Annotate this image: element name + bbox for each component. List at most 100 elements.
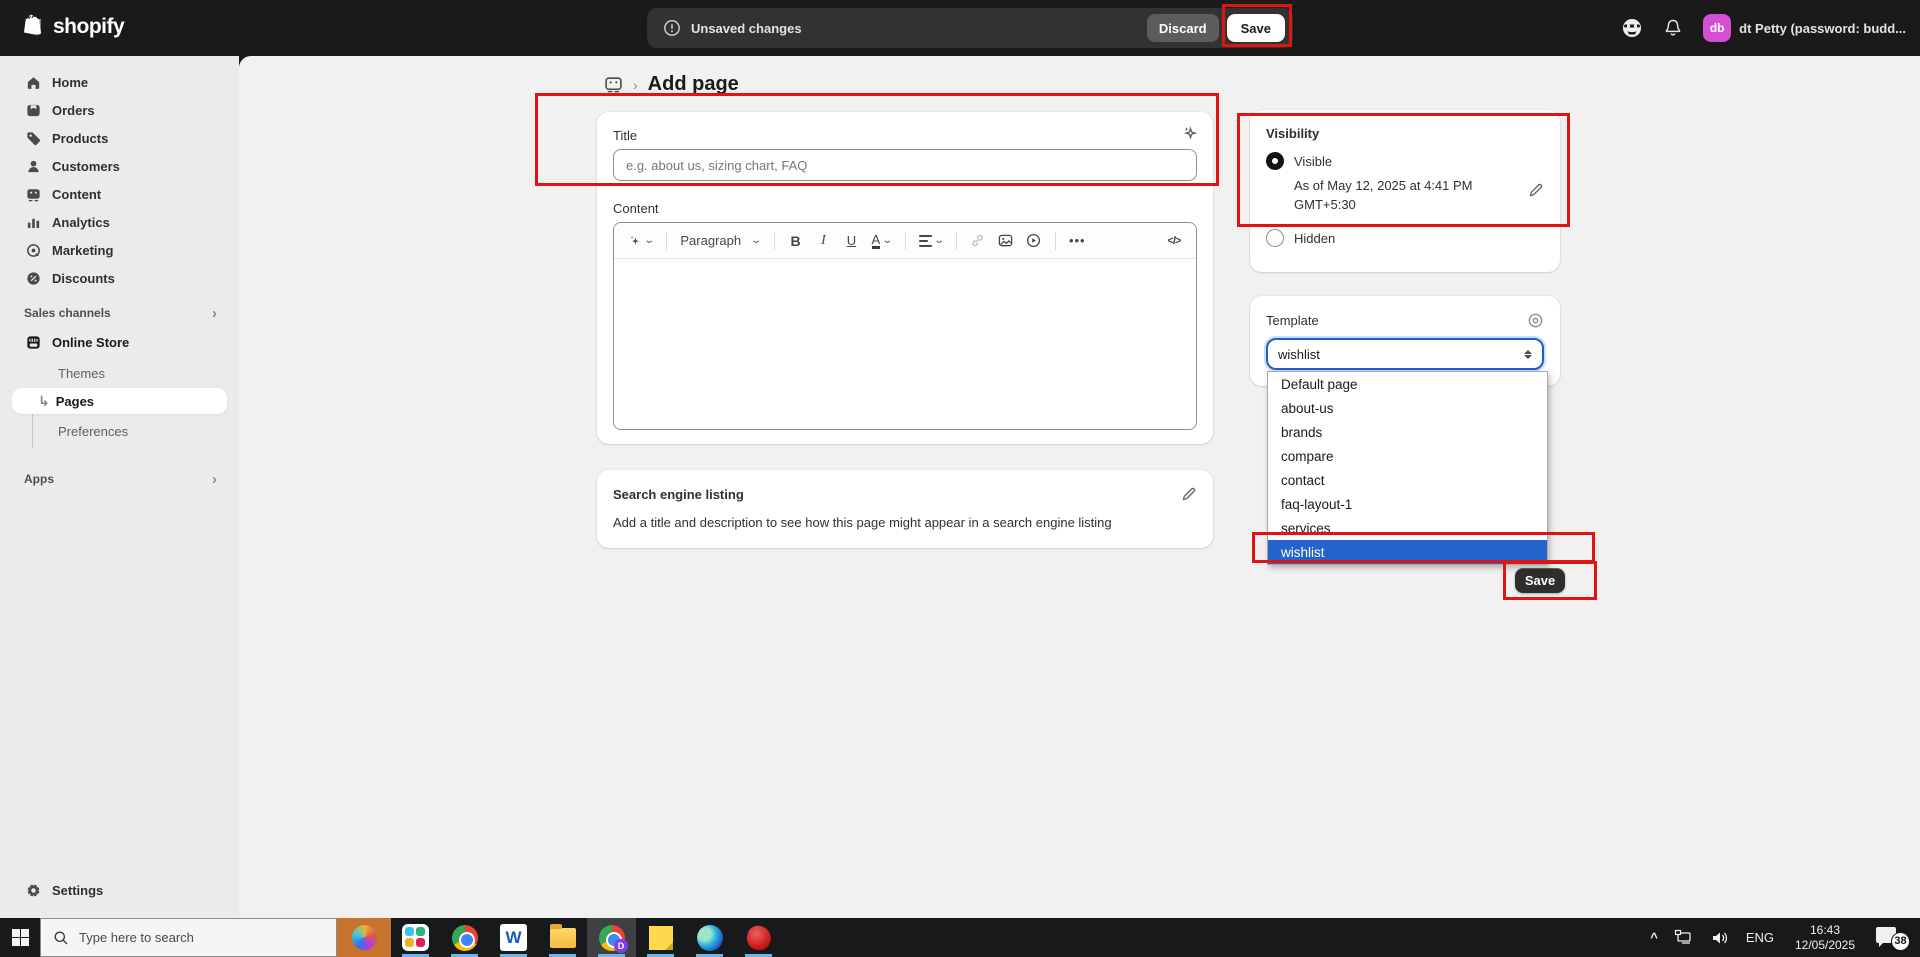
template-option-wishlist[interactable]: wishlist: [1268, 540, 1547, 564]
more-options-button[interactable]: •••: [1065, 228, 1090, 254]
ai-sparkle-icon[interactable]: [1181, 124, 1199, 142]
taskbar-copilot-icon[interactable]: [337, 918, 391, 957]
start-button[interactable]: [0, 918, 40, 957]
title-input[interactable]: [613, 149, 1197, 181]
insert-image-button[interactable]: [994, 228, 1018, 254]
template-option-brands[interactable]: brands: [1268, 420, 1547, 444]
topbar: shopify Unsaved changes Discard Save db …: [0, 0, 1920, 56]
save-button-bottom[interactable]: Save: [1515, 568, 1565, 593]
chrome-profile-badge: D: [614, 939, 628, 953]
apps-header[interactable]: Apps ›: [12, 468, 227, 490]
shopify-bag-icon: [22, 14, 46, 40]
tray-chevron-up-icon[interactable]: ^: [1650, 930, 1658, 945]
content-editor-body[interactable]: [614, 259, 1196, 429]
insert-video-button[interactable]: [1022, 228, 1046, 254]
chevron-down-icon: ⌄: [881, 235, 893, 246]
windows-logo-icon: [12, 929, 29, 946]
topbar-right: db dt Petty (password: budd...: [1621, 0, 1920, 56]
online-store-icon: [24, 333, 42, 351]
taskbar-word-icon[interactable]: W: [489, 918, 538, 957]
template-dropdown: Default page about-us brands compare con…: [1267, 371, 1548, 565]
sidebar-item-pages[interactable]: ↳ Pages: [12, 388, 227, 414]
settings-gear-icon: [24, 881, 42, 899]
show-html-button[interactable]: </>: [1162, 228, 1186, 254]
taskbar-chrome-profile-icon[interactable]: D: [587, 918, 636, 957]
title-content-card: Title Content ⌄ Paragraph ⌄ B I U A: [597, 112, 1213, 444]
seo-card: Search engine listing Add a title and de…: [597, 470, 1213, 548]
notification-center[interactable]: 38: [1876, 925, 1910, 951]
taskbar-edge-icon[interactable]: [685, 918, 734, 957]
sidebar-item-products[interactable]: Products: [12, 124, 227, 152]
template-option-compare[interactable]: compare: [1268, 444, 1547, 468]
network-icon[interactable]: [1674, 929, 1694, 947]
sidebar-item-themes[interactable]: Themes: [12, 360, 227, 386]
content-icon: [24, 185, 42, 203]
language-indicator[interactable]: ENG: [1746, 930, 1774, 945]
orders-icon: [24, 101, 42, 119]
save-button-top[interactable]: Save: [1227, 14, 1285, 42]
sidebar-item-marketing[interactable]: Marketing: [12, 236, 227, 264]
edit-pencil-icon[interactable]: [1181, 486, 1197, 502]
user-menu[interactable]: db dt Petty (password: budd...: [1703, 14, 1906, 42]
link-button: [966, 228, 990, 254]
sidebar-item-content[interactable]: Content: [12, 180, 227, 208]
editor-toolbar: ⌄ Paragraph ⌄ B I U A ⌄ ⌄: [614, 223, 1196, 259]
unsaved-changes-label: Unsaved changes: [691, 21, 802, 36]
content-label: Content: [613, 201, 1197, 216]
underline-button[interactable]: U: [840, 228, 864, 254]
taskbar-file-explorer-icon[interactable]: [538, 918, 587, 957]
template-option-services[interactable]: services: [1268, 516, 1547, 540]
taskbar-sticky-notes-icon[interactable]: [636, 918, 685, 957]
tree-arrow-icon: ↳: [38, 393, 50, 410]
taskbar-search-input[interactable]: [79, 930, 309, 945]
view-eye-icon[interactable]: [1527, 312, 1544, 329]
sidebar-item-home[interactable]: Home: [12, 68, 227, 96]
select-updown-icon: [1524, 350, 1532, 359]
template-selected-value: wishlist: [1278, 347, 1320, 362]
visibility-visible-option[interactable]: Visible: [1266, 152, 1544, 170]
shopify-wordmark: shopify: [53, 15, 124, 39]
edit-visibility-pencil-icon[interactable]: [1528, 182, 1544, 198]
notifications-bell-icon[interactable]: [1663, 18, 1683, 38]
ai-magic-button[interactable]: ⌄: [624, 228, 657, 254]
title-label: Title: [613, 128, 1197, 143]
radio-unselected-icon: [1266, 229, 1284, 247]
template-option-default-page[interactable]: Default page: [1268, 372, 1547, 396]
italic-button[interactable]: I: [812, 228, 836, 254]
clock[interactable]: 16:43 12/05/2025: [1790, 923, 1860, 953]
template-select[interactable]: wishlist: [1266, 338, 1544, 370]
pages-breadcrumb-icon[interactable]: [604, 75, 623, 94]
text-color-button[interactable]: A ⌄: [868, 228, 896, 254]
shopify-logo[interactable]: shopify: [22, 14, 124, 40]
alignment-button[interactable]: ⌄: [915, 228, 947, 254]
taskbar-chrome-icon[interactable]: [440, 918, 489, 957]
sidebar-item-customers[interactable]: Customers: [12, 152, 227, 180]
discard-button[interactable]: Discard: [1147, 14, 1219, 42]
info-icon: [663, 19, 681, 37]
template-option-faq-layout-1[interactable]: faq-layout-1: [1268, 492, 1547, 516]
browser-profile-icon[interactable]: [1621, 17, 1643, 39]
system-tray: ^ ENG 16:43 12/05/2025 38: [1650, 918, 1920, 957]
tray-time: 16:43: [1790, 923, 1860, 938]
template-option-about-us[interactable]: about-us: [1268, 396, 1547, 420]
hidden-label: Hidden: [1294, 231, 1335, 246]
sidebar-item-discounts[interactable]: Discounts: [12, 264, 227, 292]
taskbar-paint-app-icon[interactable]: [734, 918, 783, 957]
taskbar-slack-icon[interactable]: [391, 918, 440, 957]
sidebar-item-settings[interactable]: Settings: [12, 876, 227, 904]
sidebar-item-orders[interactable]: Orders: [12, 96, 227, 124]
visibility-hidden-option[interactable]: Hidden: [1266, 229, 1544, 247]
sidebar-item-preferences[interactable]: Preferences: [12, 418, 227, 444]
shopify-admin-page: shopify Unsaved changes Discard Save db …: [0, 0, 1920, 957]
seo-description: Add a title and description to see how t…: [613, 515, 1197, 530]
paragraph-style-dropdown[interactable]: Paragraph ⌄: [676, 228, 764, 254]
sidebar-item-online-store[interactable]: Online Store: [12, 328, 227, 356]
sales-channels-header[interactable]: Sales channels ›: [12, 302, 227, 324]
sidebar-item-analytics[interactable]: Analytics: [12, 208, 227, 236]
page-title: Add page: [648, 73, 739, 96]
content-editor: ⌄ Paragraph ⌄ B I U A ⌄ ⌄: [613, 222, 1197, 430]
template-option-contact[interactable]: contact: [1268, 468, 1547, 492]
volume-icon[interactable]: [1710, 929, 1730, 947]
taskbar-search[interactable]: [40, 918, 337, 957]
bold-button[interactable]: B: [784, 228, 808, 254]
